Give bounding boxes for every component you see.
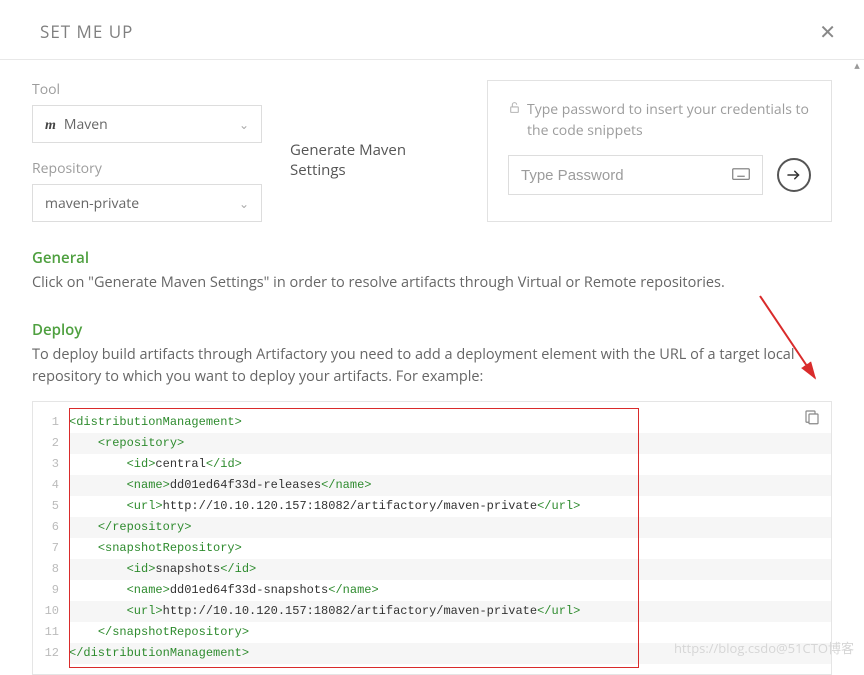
code-line: 5 <url>http://10.10.120.157:18082/artifa…	[33, 496, 831, 517]
close-icon[interactable]: ✕	[819, 18, 836, 45]
password-hint: Type password to insert your credentials…	[508, 99, 811, 141]
top-row: Tool mMaven ⌄ Repository maven-private ⌄…	[32, 80, 832, 222]
deploy-text: To deploy build artifacts through Artifa…	[32, 344, 832, 388]
code-line: 9 <name>dd01ed64f33d-snapshots</name>	[33, 580, 831, 601]
keyboard-icon[interactable]	[732, 166, 750, 185]
code-line: 8 <id>snapshots</id>	[33, 559, 831, 580]
repository-value: maven-private	[45, 194, 139, 213]
general-text: Click on "Generate Maven Settings" in or…	[32, 272, 832, 294]
tool-label: Tool	[32, 80, 262, 99]
code-line: 4 <name>dd01ed64f33d-releases</name>	[33, 475, 831, 496]
copy-icon[interactable]	[803, 408, 821, 431]
deploy-heading: Deploy	[32, 320, 832, 340]
password-row	[508, 155, 811, 195]
general-heading: General	[32, 248, 832, 268]
tool-select[interactable]: mMaven ⌄	[32, 105, 262, 143]
code-line: 10 <url>http://10.10.120.157:18082/artif…	[33, 601, 831, 622]
code-line: 7 <snapshotRepository>	[33, 538, 831, 559]
left-column: Tool mMaven ⌄ Repository maven-private ⌄…	[32, 80, 463, 222]
watermark-text: https://blog.csdo@51CTO博客	[674, 638, 854, 657]
code-line: 6 </repository>	[33, 517, 831, 538]
code-snippet-panel: 1<distributionManagement>2 <repository>3…	[32, 401, 832, 675]
scroll-up-icon[interactable]: ▴	[852, 58, 862, 72]
password-input-wrapper	[508, 155, 763, 195]
repository-field: Repository maven-private ⌄	[32, 159, 262, 222]
repository-label: Repository	[32, 159, 262, 178]
chevron-down-icon: ⌄	[239, 195, 249, 212]
dialog-header: SET ME UP ✕	[0, 0, 864, 60]
lock-icon	[508, 99, 521, 141]
generate-maven-settings-button[interactable]: Generate Maven Settings	[290, 140, 463, 180]
code-line: 2 <repository>	[33, 433, 831, 454]
code-listing: 1<distributionManagement>2 <repository>3…	[33, 412, 831, 664]
code-line: 1<distributionManagement>	[33, 412, 831, 433]
password-input[interactable]	[521, 167, 732, 184]
tool-field: Tool mMaven ⌄	[32, 80, 262, 143]
submit-password-button[interactable]	[777, 158, 811, 192]
code-line: 3 <id>central</id>	[33, 454, 831, 475]
dialog-content: Tool mMaven ⌄ Repository maven-private ⌄…	[0, 60, 864, 675]
password-panel: Type password to insert your credentials…	[487, 80, 832, 222]
password-hint-text: Type password to insert your credentials…	[527, 99, 811, 141]
maven-icon: m	[45, 118, 56, 133]
dialog-title: SET ME UP	[40, 20, 133, 43]
chevron-down-icon: ⌄	[239, 116, 249, 133]
repository-select[interactable]: maven-private ⌄	[32, 184, 262, 222]
tool-and-repo: Tool mMaven ⌄ Repository maven-private ⌄	[32, 80, 262, 222]
tool-value: mMaven	[45, 115, 108, 134]
